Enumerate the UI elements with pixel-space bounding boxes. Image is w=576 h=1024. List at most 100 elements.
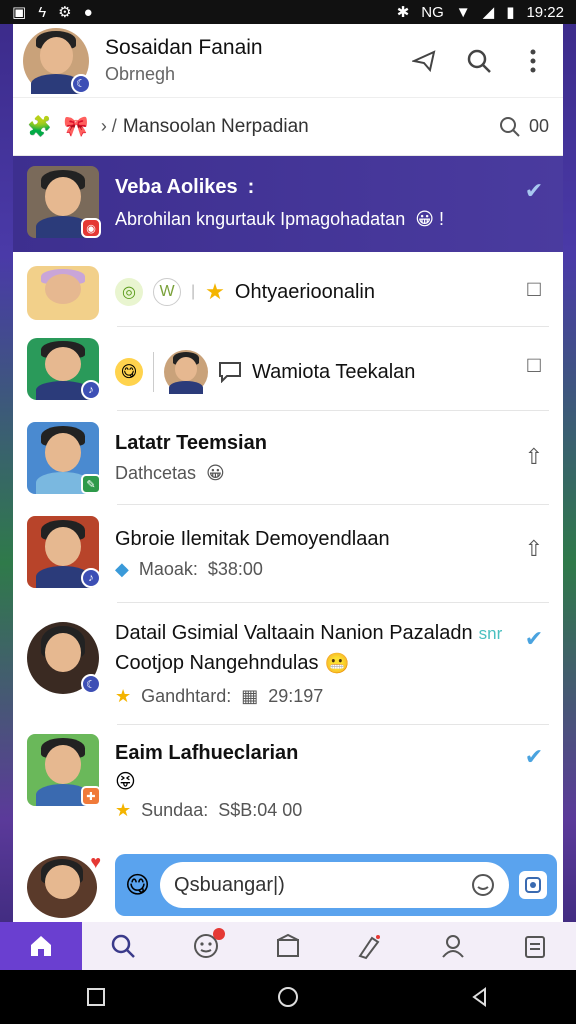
star-icon: ★ bbox=[115, 686, 132, 706]
chat-title: Wamiota Teekalan bbox=[252, 360, 416, 383]
message-input-text: Qsbuangar|) bbox=[174, 873, 285, 896]
avatar bbox=[27, 266, 99, 320]
lightning-icon: ϟ bbox=[38, 3, 47, 21]
search-filter-bar[interactable]: 🧩 🎀 › / Mansoolan Nerpadian 00 bbox=[13, 98, 563, 156]
nav-home[interactable] bbox=[0, 922, 83, 970]
chat-preview: $38:00 bbox=[207, 559, 263, 579]
chat-row[interactable]: ☾ Datail Gsimial Valtaain Nanion Pazalad… bbox=[13, 608, 563, 724]
nav-archive[interactable] bbox=[247, 922, 329, 970]
divider bbox=[153, 352, 154, 392]
back-icon[interactable] bbox=[469, 986, 491, 1008]
divider bbox=[117, 410, 549, 411]
avatar: ◉ bbox=[27, 166, 101, 238]
wifi-icon: ▼ bbox=[455, 3, 471, 21]
search-icon bbox=[112, 934, 136, 958]
archive-box-icon bbox=[276, 933, 299, 957]
nav-profile[interactable] bbox=[411, 922, 493, 970]
chat-preview: Dathcetas bbox=[115, 463, 197, 483]
profile-icon bbox=[441, 935, 464, 958]
message-input[interactable]: Qsbuangar|) bbox=[160, 862, 509, 908]
nav-activity[interactable] bbox=[165, 922, 247, 970]
page-title: Sosaidan Fanain bbox=[105, 36, 263, 59]
apps-icon[interactable]: 🧩 bbox=[27, 114, 52, 139]
avatar[interactable]: ☾ bbox=[23, 27, 91, 94]
clock: 19:22 bbox=[526, 3, 564, 21]
moon-icon: ☾ bbox=[71, 73, 91, 94]
avatar bbox=[164, 350, 208, 394]
puzzle-icon[interactable]: 🎀 bbox=[64, 114, 89, 139]
check-icon: ✔ bbox=[524, 178, 544, 203]
divider bbox=[117, 724, 549, 725]
avatar[interactable]: ♥ bbox=[27, 852, 101, 918]
smile-emoji-icon: 😀 bbox=[206, 463, 225, 483]
logo-icon: W bbox=[153, 278, 181, 306]
clipboard-icon bbox=[524, 936, 545, 958]
nav-create[interactable] bbox=[329, 922, 411, 970]
chat-title-suffix: : bbox=[247, 176, 255, 198]
avatar: ♪ bbox=[27, 338, 101, 400]
avatar: ♪ bbox=[27, 516, 101, 588]
notification-dot bbox=[212, 928, 225, 940]
heart-icon: ♥ bbox=[90, 852, 101, 872]
bottom-navigation bbox=[0, 922, 576, 970]
search-icon bbox=[499, 116, 520, 137]
chat-row-highlighted[interactable]: ◉ Veba Aolikes : Abrohilan kngurtauk Ipm… bbox=[13, 156, 563, 252]
status-bar: ▣ ϟ ⚙ ● ✱ NG ▼ ◢ ▮ 19:22 bbox=[0, 0, 576, 24]
result-count: 00 bbox=[528, 116, 549, 136]
archive-icon[interactable]: □ bbox=[519, 276, 549, 302]
system-navigation bbox=[0, 970, 576, 1024]
check-icon: ✔ bbox=[524, 626, 544, 651]
chat-preview-label: Gandhtard: bbox=[141, 686, 232, 706]
camera-button[interactable] bbox=[519, 871, 547, 899]
chat-title: Ohtyaerioonalin bbox=[234, 280, 375, 303]
chat-bubble-icon bbox=[219, 362, 241, 383]
chat-title: Veba Aolikes bbox=[115, 176, 238, 198]
nav-search[interactable] bbox=[82, 922, 164, 970]
archive-icon[interactable]: □ bbox=[519, 352, 549, 378]
chat-row[interactable]: ✎ Latatr Teemsian Dathcetas 😀 ⇧ bbox=[13, 416, 563, 504]
divider bbox=[117, 602, 549, 603]
page-subtitle: Obrnegh bbox=[105, 64, 176, 84]
laugh-emoji-icon: 😝 bbox=[115, 771, 136, 793]
carrier-label: NG bbox=[421, 3, 444, 21]
chat-row[interactable]: ◎ W | ★ Ohtyaerioonalin □ bbox=[13, 258, 563, 328]
chat-list-card: ☾ Sosaidan Fanain Obrnegh 🧩 🎀 › / Mansoo… bbox=[13, 24, 563, 922]
search-button[interactable] bbox=[465, 47, 493, 75]
filter-prefix: › / bbox=[100, 116, 117, 136]
chat-preview: Abrohilan kngurtauk Ipmagohadatan bbox=[115, 209, 406, 229]
chat-row[interactable]: ✚ Eaim Lafhueclarian 😝 ★ Sundaa: S$B:04 … bbox=[13, 730, 563, 850]
chat-title-suffix: snr bbox=[478, 623, 503, 643]
bluetooth-icon: ✱ bbox=[396, 4, 410, 21]
avatar: ☾ bbox=[27, 622, 101, 694]
recents-icon[interactable] bbox=[85, 986, 107, 1008]
circle-icon: ◎ bbox=[115, 278, 143, 306]
nav-clipboard[interactable] bbox=[494, 922, 576, 970]
moon-icon: ☾ bbox=[81, 674, 101, 694]
share-icon bbox=[412, 49, 436, 72]
smile-emoji-icon: 😋 bbox=[115, 358, 143, 386]
check-icon: ✔ bbox=[524, 744, 544, 769]
chat-preview-emoji: 😀 ! bbox=[415, 209, 444, 229]
settings-icon: ⚙ bbox=[58, 4, 72, 21]
home-circle-icon[interactable] bbox=[276, 985, 300, 1009]
share-button[interactable] bbox=[411, 47, 439, 75]
pin-icon[interactable]: ⇧ bbox=[519, 536, 549, 562]
divider bbox=[117, 326, 549, 327]
divider bbox=[117, 504, 549, 505]
chat-title: Latatr Teemsian bbox=[115, 432, 267, 454]
search-query: Mansoolan Nerpadian bbox=[122, 115, 309, 137]
chat-row[interactable]: ♪ Gbroie Ilemitak Demoyendlaan ◆ Maoak: … bbox=[13, 510, 563, 602]
camera-icon bbox=[525, 877, 541, 893]
chat-row[interactable]: ♪ 😋 Wamiota Teekalan □ bbox=[13, 332, 563, 412]
chat-preview: S$B:04 00 bbox=[218, 800, 303, 820]
emoji-picker-icon[interactable]: 😋 bbox=[125, 871, 150, 900]
chat-preview-label: Maoak: bbox=[138, 559, 198, 579]
avatar: ✎ bbox=[27, 422, 101, 494]
search-icon bbox=[467, 49, 491, 73]
chat-title: Gbroie Ilemitak Demoyendlaan bbox=[115, 528, 390, 550]
star-icon: ★ bbox=[115, 800, 132, 820]
more-button[interactable] bbox=[519, 47, 547, 75]
pen-star-icon bbox=[358, 935, 381, 960]
pin-icon[interactable]: ⇧ bbox=[519, 444, 549, 470]
home-icon bbox=[31, 936, 52, 956]
